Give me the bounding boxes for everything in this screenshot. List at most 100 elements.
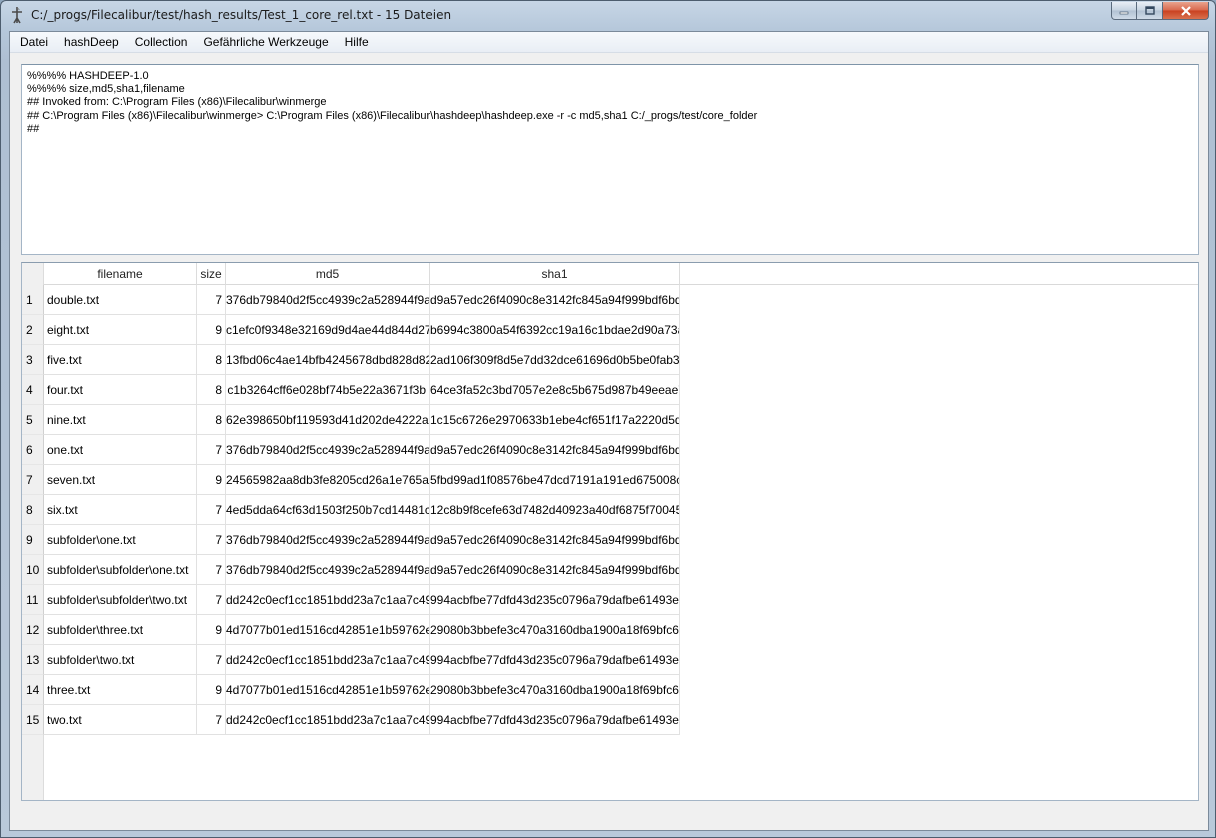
maximize-button[interactable]: [1137, 2, 1163, 20]
cell-size[interactable]: 9: [197, 465, 226, 495]
cell-filename[interactable]: nine.txt: [44, 405, 197, 435]
table-row[interactable]: 13 subfolder\two.txt 7 dd242c0ecf1cc1851bdd…: [22, 645, 1198, 675]
cell-md5[interactable]: 4d7077b01ed1516cd42851e1b59762e2: [226, 615, 430, 645]
table-row[interactable]: 12 subfolder\three.txt 9 4d7077b01ed1516cd4…: [22, 615, 1198, 645]
cell-md5[interactable]: dd242c0ecf1cc1851bdd23a7c1aa7c49: [226, 645, 430, 675]
row-number[interactable]: 14: [22, 675, 44, 705]
menu-hashdeep[interactable]: hashDeep: [56, 32, 127, 53]
row-number[interactable]: 1: [22, 285, 44, 315]
cell-sha1[interactable]: d9a57edc26f4090c8e3142fc845a94f999bdf6bd: [430, 285, 680, 315]
cell-sha1[interactable]: d9a57edc26f4090c8e3142fc845a94f999bdf6bd: [430, 525, 680, 555]
cell-sha1[interactable]: 1c15c6726e2970633b1ebe4cf651f17a2220d5db: [430, 405, 680, 435]
cell-filename[interactable]: one.txt: [44, 435, 197, 465]
cell-filename[interactable]: subfolder\two.txt: [44, 645, 197, 675]
table-row[interactable]: 5 nine.txt 8 62e398650bf119593d41d202de4222…: [22, 405, 1198, 435]
table-row[interactable]: 6 one.txt 7 376db79840d2f5cc4939c2a528944f9…: [22, 435, 1198, 465]
cell-sha1[interactable]: 2ad106f309f8d5e7dd32dce61696d0b5be0fab32: [430, 345, 680, 375]
cell-sha1[interactable]: 12c8b9f8cefe63d7482d40923a40df6875f70045: [430, 495, 680, 525]
row-number[interactable]: 12: [22, 615, 44, 645]
table-row[interactable]: 2 eight.txt 9 c1efc0f9348e32169d9d4ae44d844…: [22, 315, 1198, 345]
column-header-size[interactable]: size: [197, 263, 226, 285]
table-row[interactable]: 4 four.txt 8 c1b3264cff6e028bf74b5e22a3671f…: [22, 375, 1198, 405]
cell-sha1[interactable]: 994acbfbe77dfd43d235c0796a79dafbe61493e8: [430, 705, 680, 735]
row-number[interactable]: 11: [22, 585, 44, 615]
cell-md5[interactable]: 13fbd06c4ae14bfb4245678dbd828d82: [226, 345, 430, 375]
table-row[interactable]: 11 subfolder\subfolder\two.txt 7 dd242c0ecf…: [22, 585, 1198, 615]
column-header-filename[interactable]: filename: [44, 263, 197, 285]
cell-md5[interactable]: 376db79840d2f5cc4939c2a528944f9a: [226, 435, 430, 465]
cell-md5[interactable]: 376db79840d2f5cc4939c2a528944f9a: [226, 525, 430, 555]
table-row[interactable]: 14 three.txt 9 4d7077b01ed1516cd42851e1b597…: [22, 675, 1198, 705]
cell-md5[interactable]: 4ed5dda64cf63d1503f250b7cd14481c: [226, 495, 430, 525]
cell-size[interactable]: 7: [197, 285, 226, 315]
menu-hilfe[interactable]: Hilfe: [337, 32, 377, 53]
cell-size[interactable]: 7: [197, 525, 226, 555]
column-header-sha1[interactable]: sha1: [430, 263, 680, 285]
row-number[interactable]: 10: [22, 555, 44, 585]
title-bar[interactable]: C:/_progs/Filecalibur/test/hash_results/…: [1, 1, 1215, 31]
cell-md5[interactable]: 62e398650bf119593d41d202de4222a2: [226, 405, 430, 435]
cell-md5[interactable]: 376db79840d2f5cc4939c2a528944f9a: [226, 285, 430, 315]
cell-size[interactable]: 7: [197, 645, 226, 675]
header-text-area[interactable]: %%%% HASHDEEP-1.0 %%%% size,md5,sha1,fil…: [21, 64, 1199, 255]
row-number[interactable]: 8: [22, 495, 44, 525]
row-number[interactable]: 15: [22, 705, 44, 735]
cell-sha1[interactable]: d9a57edc26f4090c8e3142fc845a94f999bdf6bd: [430, 555, 680, 585]
cell-size[interactable]: 9: [197, 315, 226, 345]
menu-gefaehrliche-werkzeuge[interactable]: Gefährliche Werkzeuge: [195, 32, 336, 53]
cell-md5[interactable]: c1efc0f9348e32169d9d4ae44d844d27: [226, 315, 430, 345]
hash-table[interactable]: filename size md5 sha1 1 double.txt 7 376db…: [21, 262, 1199, 801]
cell-md5[interactable]: 24565982aa8db3fe8205cd26a1e765a9: [226, 465, 430, 495]
cell-sha1[interactable]: 29080b3bbefe3c470a3160dba1900a18f69bfc6a: [430, 675, 680, 705]
cell-filename[interactable]: subfolder\one.txt: [44, 525, 197, 555]
cell-filename[interactable]: six.txt: [44, 495, 197, 525]
close-button[interactable]: [1163, 2, 1209, 20]
table-row[interactable]: 1 double.txt 7 376db79840d2f5cc4939c2a52894…: [22, 285, 1198, 315]
row-number[interactable]: 7: [22, 465, 44, 495]
cell-sha1[interactable]: 994acbfbe77dfd43d235c0796a79dafbe61493e8: [430, 645, 680, 675]
cell-sha1[interactable]: 5fbd99ad1f08576be47dcd7191a191ed675008c3: [430, 465, 680, 495]
cell-filename[interactable]: three.txt: [44, 675, 197, 705]
cell-filename[interactable]: subfolder\subfolder\one.txt: [44, 555, 197, 585]
cell-sha1[interactable]: 64ce3fa52c3bd7057e2e8c5b675d987b49eeae70: [430, 375, 680, 405]
menu-collection[interactable]: Collection: [127, 32, 196, 53]
cell-filename[interactable]: double.txt: [44, 285, 197, 315]
cell-size[interactable]: 7: [197, 555, 226, 585]
cell-filename[interactable]: seven.txt: [44, 465, 197, 495]
cell-size[interactable]: 7: [197, 495, 226, 525]
cell-md5[interactable]: c1b3264cff6e028bf74b5e22a3671f3b: [226, 375, 430, 405]
table-row[interactable]: 3 five.txt 8 13fbd06c4ae14bfb4245678dbd828d…: [22, 345, 1198, 375]
table-row[interactable]: 15 two.txt 7 dd242c0ecf1cc1851bdd23a7c1aa7c…: [22, 705, 1198, 735]
table-corner[interactable]: [22, 263, 44, 285]
cell-size[interactable]: 7: [197, 705, 226, 735]
minimize-button[interactable]: [1111, 2, 1137, 20]
cell-md5[interactable]: dd242c0ecf1cc1851bdd23a7c1aa7c49: [226, 585, 430, 615]
cell-size[interactable]: 8: [197, 345, 226, 375]
row-number[interactable]: 3: [22, 345, 44, 375]
cell-size[interactable]: 9: [197, 675, 226, 705]
column-header-md5[interactable]: md5: [226, 263, 430, 285]
table-row[interactable]: 9 subfolder\one.txt 7 376db79840d2f5cc4939c…: [22, 525, 1198, 555]
cell-sha1[interactable]: d9a57edc26f4090c8e3142fc845a94f999bdf6bd: [430, 435, 680, 465]
row-number[interactable]: 6: [22, 435, 44, 465]
table-row[interactable]: 8 six.txt 7 4ed5dda64cf63d1503f250b7cd14481…: [22, 495, 1198, 525]
cell-filename[interactable]: five.txt: [44, 345, 197, 375]
cell-sha1[interactable]: b6994c3800a54f6392cc19a16c1bdae2d90a73af: [430, 315, 680, 345]
cell-md5[interactable]: 4d7077b01ed1516cd42851e1b59762e2: [226, 675, 430, 705]
cell-filename[interactable]: eight.txt: [44, 315, 197, 345]
app-icon[interactable]: [9, 6, 25, 24]
cell-size[interactable]: 7: [197, 435, 226, 465]
table-row[interactable]: 7 seven.txt 9 24565982aa8db3fe8205cd26a1e76…: [22, 465, 1198, 495]
cell-size[interactable]: 8: [197, 405, 226, 435]
row-number[interactable]: 9: [22, 525, 44, 555]
table-row[interactable]: 10 subfolder\subfolder\one.txt 7 376db79840…: [22, 555, 1198, 585]
cell-md5[interactable]: 376db79840d2f5cc4939c2a528944f9a: [226, 555, 430, 585]
cell-filename[interactable]: subfolder\subfolder\two.txt: [44, 585, 197, 615]
cell-filename[interactable]: subfolder\three.txt: [44, 615, 197, 645]
cell-size[interactable]: 7: [197, 585, 226, 615]
cell-md5[interactable]: dd242c0ecf1cc1851bdd23a7c1aa7c49: [226, 705, 430, 735]
cell-filename[interactable]: two.txt: [44, 705, 197, 735]
menu-datei[interactable]: Datei: [12, 32, 56, 53]
row-number[interactable]: 5: [22, 405, 44, 435]
cell-sha1[interactable]: 994acbfbe77dfd43d235c0796a79dafbe61493e8: [430, 585, 680, 615]
